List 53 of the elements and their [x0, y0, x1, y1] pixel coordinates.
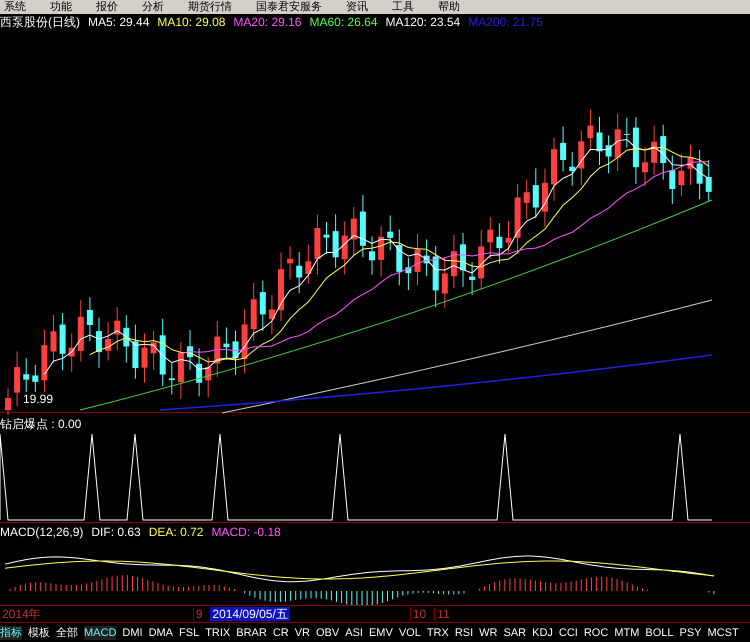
ma-legend-label: MA5: 29.44: [88, 15, 150, 30]
macd-legend-label: MACD: -0.18: [211, 525, 281, 539]
date-axis-label: 9: [192, 607, 204, 621]
indicator-tab[interactable]: WR: [479, 626, 498, 640]
ma-legend-label: MA20: 29.16: [233, 15, 302, 30]
indicator-tab[interactable]: CR: [272, 626, 289, 640]
indicator-tab[interactable]: DMI: [122, 626, 143, 640]
date-axis-label: 11: [434, 607, 452, 621]
indicator-tab[interactable]: ROC: [584, 626, 608, 640]
indicator-tab[interactable]: CCI: [558, 626, 578, 640]
indicator-tab[interactable]: SAR: [504, 626, 526, 640]
indicator-tab[interactable]: TRX: [426, 626, 449, 640]
indicator-tab[interactable]: EMV: [368, 626, 393, 640]
indicator-tab[interactable]: PSY: [680, 626, 702, 640]
menu-item[interactable]: 系统: [4, 0, 26, 14]
menu-item[interactable]: 分析: [142, 0, 164, 14]
indicator-label: 钻启爆点 : 0.00: [0, 417, 82, 431]
date-axis-label: 2014/09/05/五: [210, 607, 290, 621]
menu-item[interactable]: 期货行情: [188, 0, 232, 14]
indicator-tab[interactable]: MTM: [614, 626, 640, 640]
menu-item[interactable]: 资讯: [346, 0, 368, 14]
date-axis-label: 10: [410, 607, 428, 621]
indicator-tab[interactable]: OBV: [316, 626, 340, 640]
indicator-tab[interactable]: 模板: [28, 626, 50, 640]
ma-legend-label: MA60: 26.64: [309, 15, 378, 30]
date-axis-label: 2014年: [1, 607, 42, 621]
macd-legend-label: DIF: 0.63: [91, 525, 141, 539]
chart-title: 西泵股份(日线): [0, 15, 80, 30]
indicator-tab[interactable]: RSI: [454, 626, 474, 640]
indicator-tab[interactable]: VR: [294, 626, 310, 640]
indicator-tab[interactable]: TRIX: [205, 626, 230, 640]
menu-item[interactable]: 帮助: [438, 0, 460, 14]
ma-legend-label: MA120: 23.54: [386, 15, 460, 30]
indicator-tab[interactable]: MCST: [708, 626, 739, 640]
menu-item[interactable]: 报价: [96, 0, 118, 14]
indicator-tab[interactable]: VOL: [398, 626, 421, 640]
ma-legend-label: MA10: 29.08: [157, 15, 226, 30]
indicator-tab[interactable]: 指标: [0, 626, 22, 640]
ma-legend-label: MA200: 21.75: [468, 15, 543, 30]
macd-legend-label: DEA: 0.72: [148, 525, 204, 539]
indicator-tab[interactable]: FSL: [179, 626, 200, 640]
menu-item[interactable]: 功能: [50, 0, 72, 14]
menu-item[interactable]: 工具: [392, 0, 414, 14]
indicator-tab[interactable]: ASI: [345, 626, 363, 640]
indicator-tab[interactable]: BOLL: [645, 626, 674, 640]
indicator-tab[interactable]: 全部: [56, 626, 78, 640]
indicator-tab[interactable]: BRAR: [236, 626, 267, 640]
macd-legend-label: MACD(12,26,9): [0, 525, 84, 539]
low-price-label: 19.99: [22, 392, 54, 406]
indicator-tab[interactable]: DMA: [148, 626, 174, 640]
indicator-tab[interactable]: KDJ: [532, 626, 553, 640]
menu-item[interactable]: 国泰君安服务: [256, 0, 322, 14]
indicator-tab[interactable]: MACD: [84, 626, 116, 640]
